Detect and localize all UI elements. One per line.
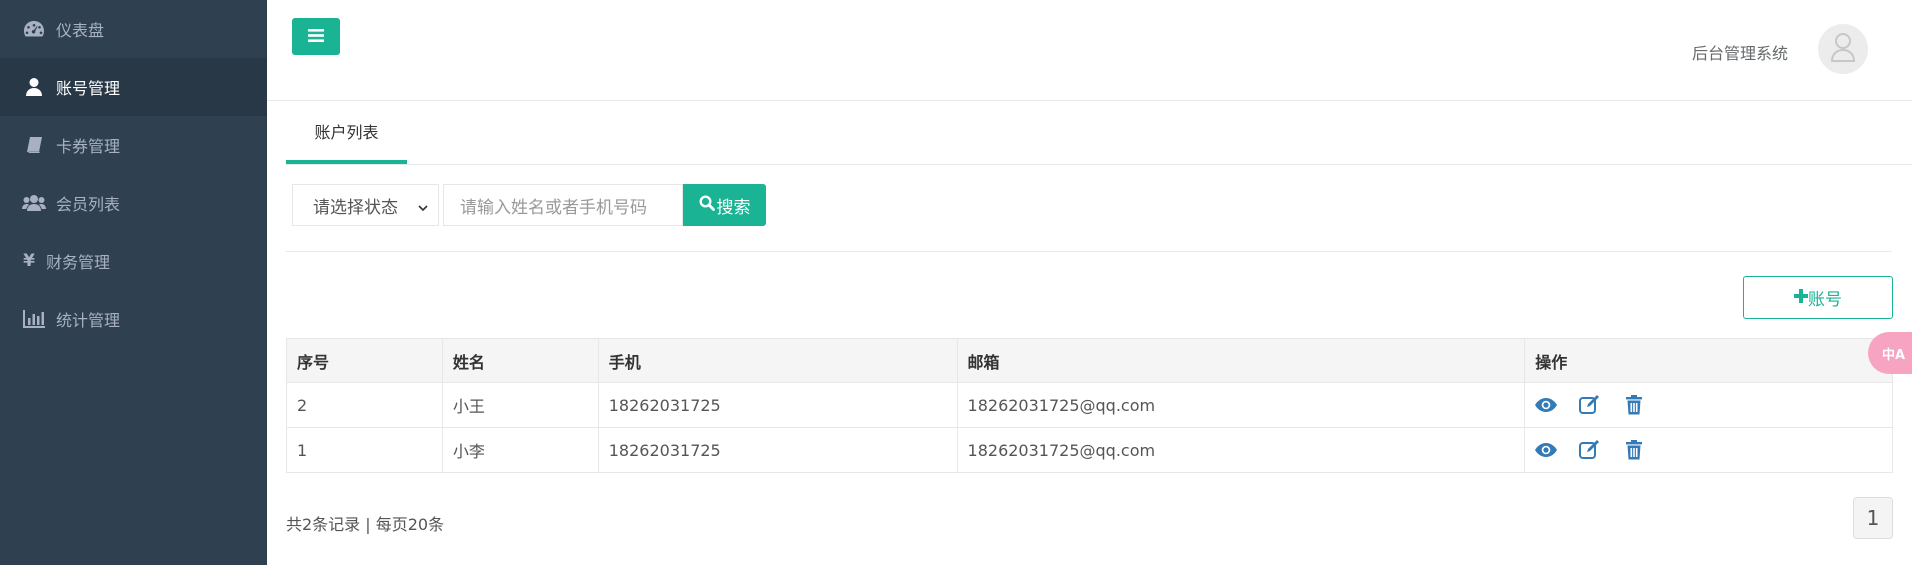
cell-id: 1 <box>286 427 443 473</box>
yen-icon: ¥ <box>23 251 35 271</box>
user-avatar-icon <box>1830 32 1856 66</box>
translate-button[interactable]: 中A <box>1868 332 1912 374</box>
column-header-phone: 手机 <box>597 338 958 383</box>
sidebar-item-statistics[interactable]: 统计管理 <box>0 290 267 348</box>
avatar[interactable] <box>1818 24 1868 74</box>
sidebar-item-label: 仪表盘 <box>56 21 105 40</box>
view-icon[interactable] <box>1535 439 1558 461</box>
sidebar-item-label: 财务管理 <box>46 253 111 272</box>
cell-name: 小李 <box>441 427 599 473</box>
section-divider <box>286 251 1892 252</box>
cell-name: 小王 <box>441 382 599 428</box>
book-icon <box>22 135 46 155</box>
table-row: 2 小王 18262031725 18262031725@qq.com <box>286 382 1893 428</box>
plus-icon <box>1794 288 1808 308</box>
search-input[interactable]: 请输入姓名或者手机号码 <box>443 184 683 226</box>
sidebar-item-dashboard[interactable]: 仪表盘 <box>0 0 267 58</box>
sidebar-item-members[interactable]: 会员列表 <box>0 174 267 232</box>
status-select-value: 请选择状态 <box>313 197 398 218</box>
cell-actions <box>1524 427 1893 473</box>
tab-bar: 账户列表 <box>286 101 1912 165</box>
bar-chart-icon <box>22 309 46 329</box>
add-account-label: 账号 <box>1808 290 1842 310</box>
sidebar-item-coupons[interactable]: 卡券管理 <box>0 116 267 174</box>
hamburger-icon <box>308 27 324 46</box>
column-header-actions: 操作 <box>1524 338 1893 383</box>
translate-icon: 中A <box>1882 347 1906 363</box>
trash-icon[interactable] <box>1623 439 1645 461</box>
search-icon <box>698 194 717 216</box>
system-title: 后台管理系统 <box>1691 44 1788 63</box>
table-header-row: 序号 姓名 手机 邮箱 操作 <box>286 338 1893 383</box>
tab-account-list[interactable]: 账户列表 <box>286 101 407 164</box>
column-header-email: 邮箱 <box>956 338 1526 383</box>
column-header-id: 序号 <box>286 338 443 383</box>
sidebar: 仪表盘 账号管理 卡券管理 会员列表 ¥ 财务管理 统计管理 <box>0 0 267 565</box>
column-header-name: 姓名 <box>441 338 599 383</box>
filter-bar: 请选择状态 请输入姓名或者手机号码 搜索 <box>292 184 766 226</box>
status-select[interactable]: 请选择状态 <box>292 184 439 226</box>
trash-icon[interactable] <box>1623 394 1645 416</box>
pagination-summary: 共2条记录 | 每页20条 <box>286 515 445 534</box>
edit-icon[interactable] <box>1579 439 1601 461</box>
sidebar-item-label: 会员列表 <box>56 195 121 214</box>
accounts-table: 序号 姓名 手机 邮箱 操作 2 小王 18262031725 18262031… <box>286 338 1893 473</box>
cell-id: 2 <box>286 382 443 428</box>
search-button[interactable]: 搜索 <box>683 184 766 226</box>
sidebar-item-label: 卡券管理 <box>56 137 121 156</box>
view-icon[interactable] <box>1535 394 1558 416</box>
top-navbar: 后台管理系统 <box>267 0 1912 101</box>
chevron-down-icon <box>417 199 429 219</box>
cell-email: 18262031725@qq.com <box>956 382 1526 428</box>
add-account-button[interactable]: 账号 <box>1743 276 1893 319</box>
cell-actions <box>1524 382 1893 428</box>
sidebar-item-finance[interactable]: ¥ 财务管理 <box>0 232 267 290</box>
pagination-page-button[interactable]: 1 <box>1853 497 1893 539</box>
sidebar-item-accounts[interactable]: 账号管理 <box>0 58 267 116</box>
menu-toggle-button[interactable] <box>292 18 340 55</box>
dashboard-icon <box>22 19 46 39</box>
cell-phone: 18262031725 <box>597 427 958 473</box>
sidebar-item-label: 账号管理 <box>56 79 121 98</box>
cell-phone: 18262031725 <box>597 382 958 428</box>
users-icon <box>22 193 46 213</box>
table-row: 1 小李 18262031725 18262031725@qq.com <box>286 427 1893 473</box>
search-button-label: 搜索 <box>716 197 751 218</box>
sidebar-item-label: 统计管理 <box>56 311 121 330</box>
edit-icon[interactable] <box>1579 394 1601 416</box>
user-icon <box>22 77 46 97</box>
cell-email: 18262031725@qq.com <box>956 427 1526 473</box>
